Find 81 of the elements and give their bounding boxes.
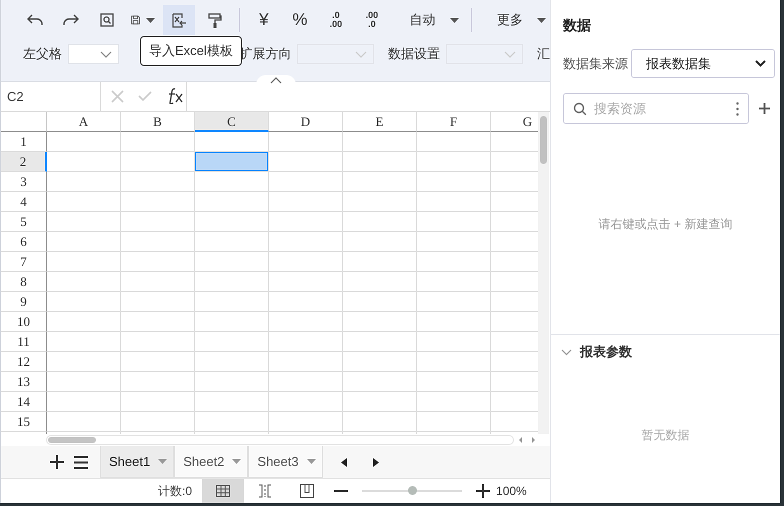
page-break-icon bbox=[258, 484, 272, 498]
column-header[interactable]: C bbox=[195, 112, 269, 132]
decrease-decimal-button[interactable]: .00 .0 bbox=[356, 5, 388, 35]
grid-icon bbox=[216, 485, 230, 497]
row-header[interactable]: 10 bbox=[1, 312, 47, 332]
horizontal-scrollbar[interactable] bbox=[46, 435, 514, 446]
panel-title: 数据 bbox=[562, 16, 592, 35]
redo-icon bbox=[63, 14, 79, 26]
format-button[interactable]: ¥ bbox=[248, 5, 280, 35]
row-header[interactable]: 4 bbox=[1, 192, 47, 212]
more-icon[interactable] bbox=[736, 102, 739, 116]
dropdown-button[interactable]: 自动 bbox=[392, 5, 463, 35]
add-icon[interactable] bbox=[759, 103, 770, 114]
section-title[interactable]: 报表参数 bbox=[580, 343, 632, 361]
field-label: 左父格 bbox=[23, 45, 62, 63]
save-icon bbox=[131, 13, 140, 27]
preview-icon bbox=[100, 13, 114, 27]
column-header[interactable]: A bbox=[47, 112, 121, 132]
field-label: 汇 bbox=[537, 45, 550, 63]
slider-thumb[interactable] bbox=[408, 486, 418, 495]
row-header[interactable]: 13 bbox=[1, 372, 47, 392]
search-field[interactable]: 搜索资源 bbox=[563, 93, 749, 124]
chevron-down-icon bbox=[755, 60, 766, 67]
row-header[interactable]: 5 bbox=[1, 212, 47, 232]
row-header[interactable]: 6 bbox=[1, 232, 47, 252]
row-header[interactable]: 2 bbox=[1, 152, 47, 172]
zoom-in-icon[interactable] bbox=[476, 484, 490, 498]
zoom-label: 100% bbox=[496, 484, 527, 498]
format-button[interactable]: % bbox=[284, 5, 316, 35]
row-header[interactable]: 7 bbox=[1, 252, 47, 272]
caret-icon bbox=[306, 459, 316, 464]
row-header[interactable]: 9 bbox=[1, 292, 47, 312]
caret-icon bbox=[146, 18, 156, 22]
next-sheet-icon[interactable] bbox=[372, 458, 379, 467]
cancel-icon[interactable] bbox=[111, 90, 124, 103]
vertical-scrollbar[interactable] bbox=[538, 112, 549, 434]
field-label: 数据集来源 bbox=[563, 54, 628, 72]
confirm-icon[interactable] bbox=[138, 90, 152, 102]
import-icon bbox=[171, 12, 188, 28]
sheet-tab[interactable]: Sheet1 bbox=[100, 446, 174, 478]
select-all-corner[interactable] bbox=[1, 112, 47, 132]
import-button[interactable] bbox=[163, 5, 196, 35]
column-header[interactable]: F bbox=[417, 112, 491, 132]
caret-icon bbox=[537, 18, 546, 22]
dataset-source-select[interactable]: 报表数据集 bbox=[631, 49, 775, 78]
row-header[interactable]: 11 bbox=[1, 332, 47, 352]
dropdown-button[interactable]: 更多 bbox=[479, 5, 550, 35]
row-header[interactable]: 14 bbox=[1, 392, 47, 412]
chevron-icon[interactable] bbox=[561, 348, 572, 356]
function-icon[interactable] bbox=[166, 88, 184, 104]
tooltip: 导入Excel模板 bbox=[140, 36, 242, 66]
normal-view-button[interactable] bbox=[202, 479, 244, 503]
chevron-up-icon bbox=[270, 77, 282, 84]
empty-message: 暂无数据 bbox=[640, 427, 690, 444]
row-header[interactable]: 12 bbox=[1, 352, 47, 372]
undo-icon bbox=[27, 14, 43, 26]
chevron-icon bbox=[355, 50, 368, 58]
field-label: 数据设置 bbox=[388, 45, 440, 63]
caret-icon bbox=[158, 459, 168, 464]
increase-decimal-button[interactable]: .0 .00 bbox=[320, 5, 352, 35]
select-field[interactable] bbox=[68, 44, 120, 64]
count-label: 计数:0 bbox=[158, 482, 192, 500]
menu-icon[interactable] bbox=[74, 456, 88, 469]
row-header[interactable]: 8 bbox=[1, 272, 47, 292]
empty-hint: 请右键或点击 + 新建查询 bbox=[598, 216, 734, 233]
chevron-icon bbox=[504, 50, 516, 58]
chevron-icon bbox=[100, 50, 112, 58]
caret-icon bbox=[450, 18, 459, 22]
page-layout-icon bbox=[300, 484, 314, 498]
caret-icon bbox=[232, 459, 242, 464]
add-sheet-icon[interactable] bbox=[50, 455, 64, 470]
column-header[interactable]: D bbox=[269, 112, 343, 132]
sheet-tab[interactable]: Sheet3 bbox=[248, 446, 323, 478]
cell-name-box[interactable]: C2 bbox=[1, 82, 101, 112]
row-header[interactable]: 3 bbox=[1, 172, 47, 192]
format-painter-icon bbox=[208, 12, 222, 28]
column-header[interactable]: E bbox=[343, 112, 417, 132]
previous-sheet-icon[interactable] bbox=[340, 458, 347, 467]
row-header[interactable]: 15 bbox=[1, 412, 47, 432]
sheet-tab[interactable]: Sheet2 bbox=[174, 446, 248, 478]
search-icon bbox=[573, 102, 587, 116]
